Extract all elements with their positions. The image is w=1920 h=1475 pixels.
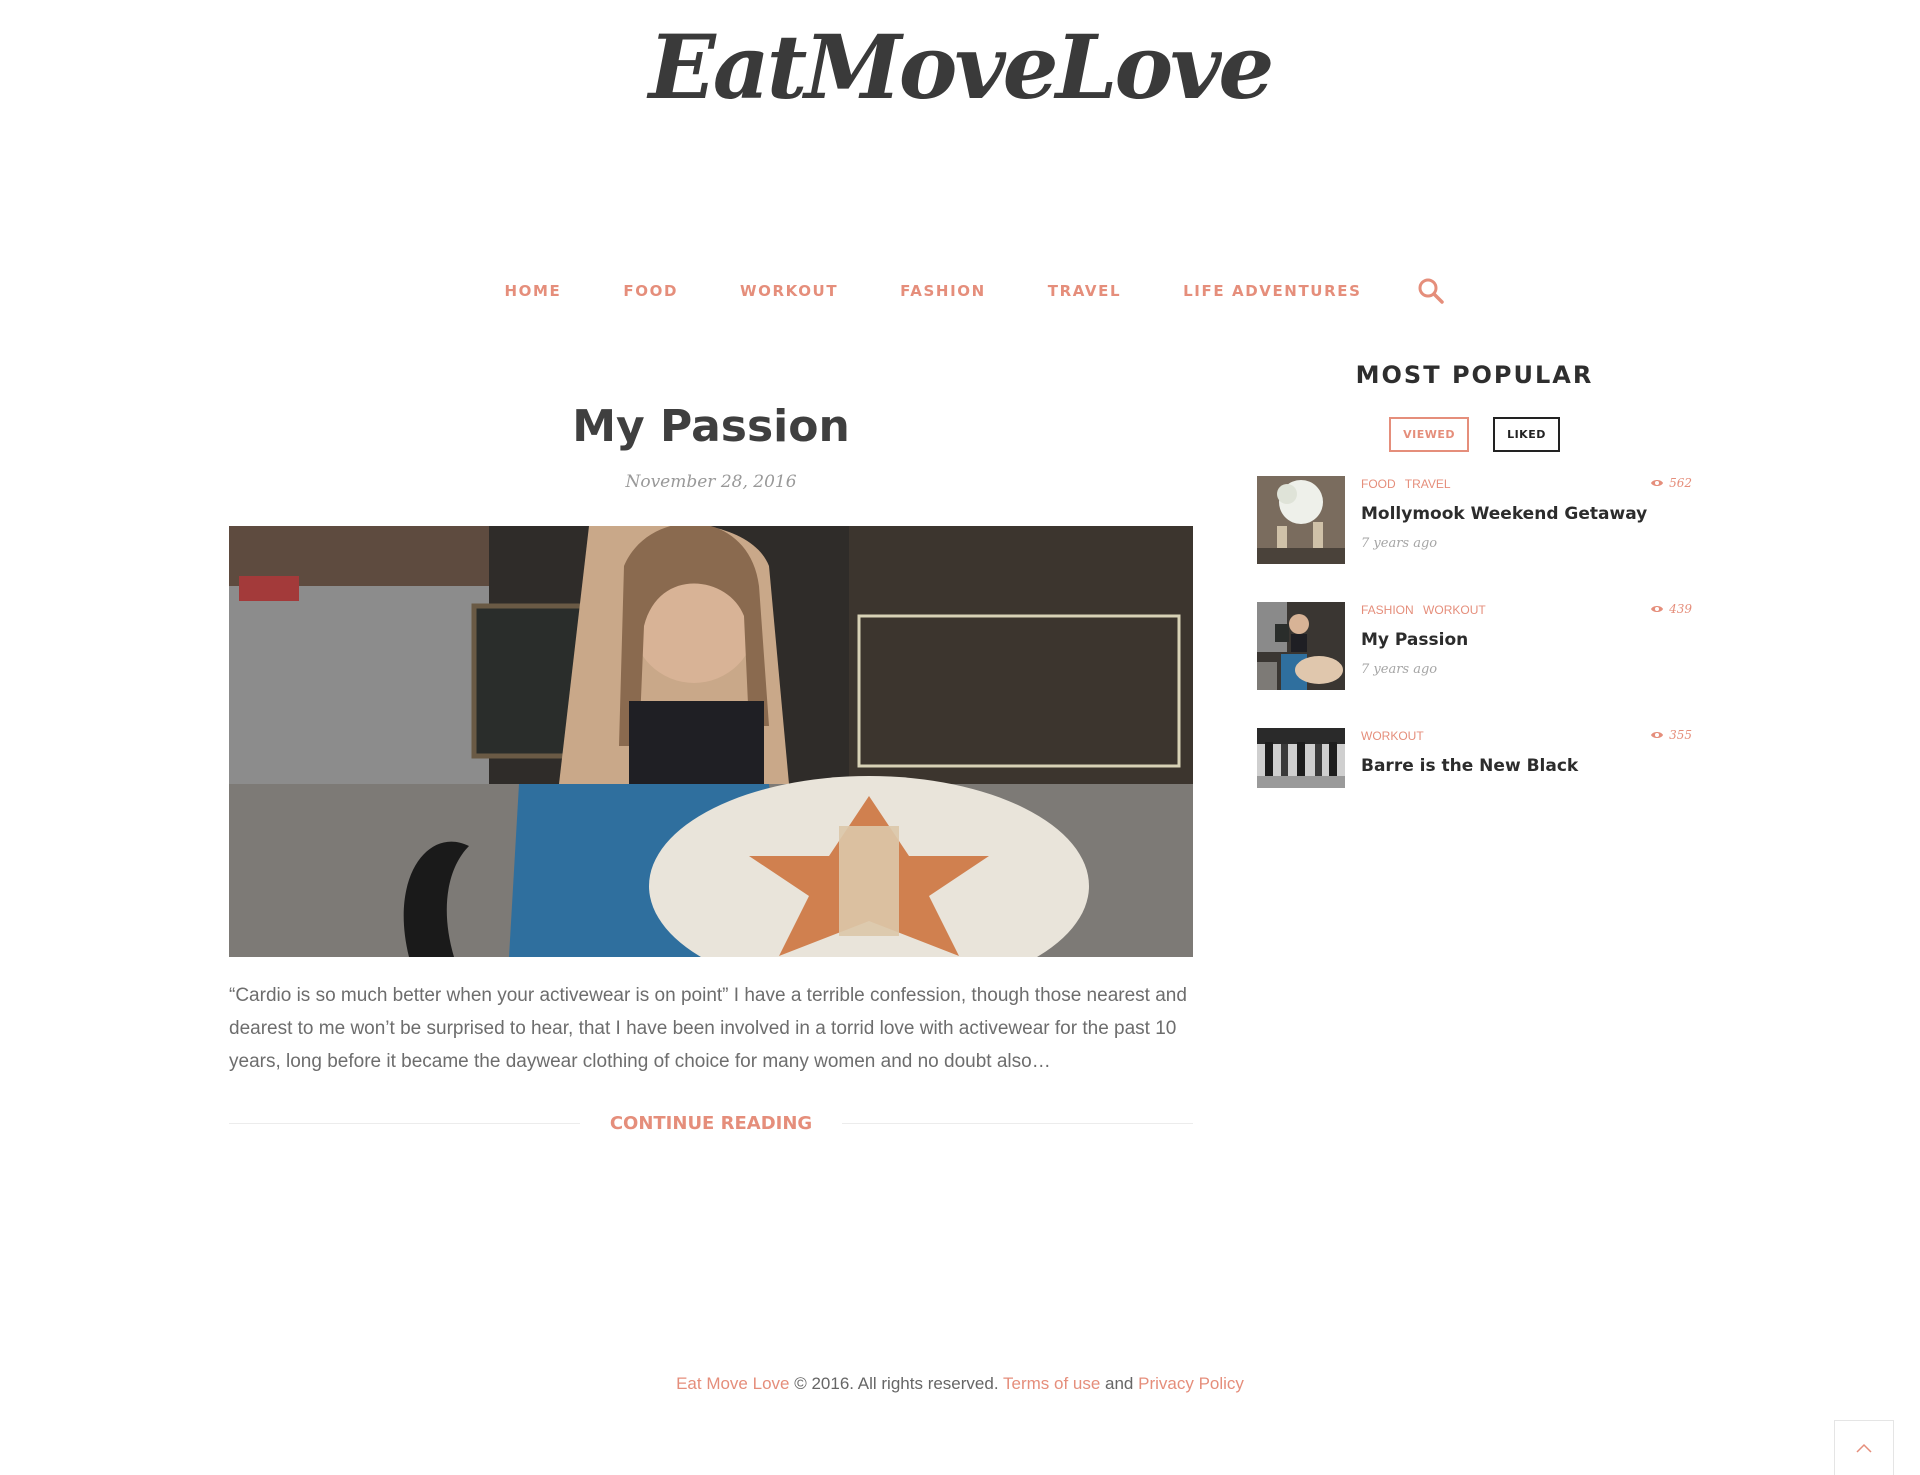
post-thumbnail[interactable] — [1257, 476, 1345, 564]
site-link[interactable]: Eat Move Love — [676, 1374, 789, 1393]
view-count-value: 355 — [1669, 728, 1692, 742]
post-categories: FOOD TRAVEL — [1361, 476, 1692, 492]
nav-item-life-adventures[interactable]: LIFE ADVENTURES — [1183, 282, 1361, 300]
tab-viewed[interactable]: VIEWED — [1389, 417, 1470, 452]
nav-item-workout[interactable]: WORKOUT — [740, 282, 838, 300]
tab-liked[interactable]: LIKED — [1493, 417, 1560, 452]
list-item: FASHION WORKOUT 439 My Passion 7 years a… — [1257, 602, 1692, 728]
post-age: 7 years ago — [1361, 536, 1438, 551]
privacy-link[interactable]: Privacy Policy — [1138, 1374, 1244, 1393]
widget-title: MOST POPULAR — [1355, 361, 1594, 389]
post-card: My Passion November 28, 2016 “Cardio is … — [229, 396, 1194, 1138]
nav-item-fashion[interactable]: FASHION — [900, 282, 986, 300]
eye-icon — [1651, 732, 1664, 738]
site-logo[interactable]: EatMoveLove — [0, 12, 1920, 122]
view-count: 355 — [1650, 728, 1692, 742]
view-count-value: 439 — [1669, 602, 1692, 616]
post-thumbnail[interactable] — [1257, 602, 1345, 690]
category-link[interactable]: FOOD — [1361, 477, 1396, 491]
terms-link[interactable]: Terms of use — [1003, 1374, 1100, 1393]
nav-item-home[interactable]: HOME — [505, 282, 562, 300]
post-categories: WORKOUT — [1361, 728, 1692, 744]
category-link[interactable]: FASHION — [1361, 603, 1414, 617]
post-link[interactable]: My Passion — [1361, 630, 1692, 650]
post-link[interactable]: Mollymook Weekend Getaway — [1361, 504, 1692, 524]
divider — [842, 1122, 1194, 1124]
post-thumbnail[interactable] — [1257, 728, 1345, 788]
post-title[interactable]: My Passion — [229, 396, 1193, 458]
view-count: 562 — [1650, 476, 1692, 490]
site-footer: Eat Move Love © 2016. All rights reserve… — [0, 1374, 1920, 1394]
chevron-up-icon — [1856, 1443, 1872, 1453]
category-link[interactable]: TRAVEL — [1405, 477, 1451, 491]
widget-tabs: VIEWED LIKED — [1257, 417, 1692, 452]
continue-reading-button[interactable]: CONTINUE READING — [580, 1113, 842, 1134]
copyright-text: © 2016. All rights reserved. — [789, 1374, 1003, 1393]
and-text: and — [1100, 1374, 1139, 1393]
main-nav: HOME FOOD WORKOUT FASHION TRAVEL LIFE AD… — [0, 276, 1920, 306]
list-item: WORKOUT 355 Barre is the New Black — [1257, 728, 1692, 854]
post-categories: FASHION WORKOUT — [1361, 602, 1692, 618]
most-popular-widget: MOST POPULAR VIEWED LIKED FOOD TRAVEL 56… — [1257, 355, 1692, 854]
divider — [229, 1122, 580, 1124]
search-icon[interactable] — [1416, 276, 1446, 306]
eye-icon — [1651, 606, 1664, 612]
post-age: 7 years ago — [1361, 662, 1438, 677]
post-date: November 28, 2016 — [625, 472, 797, 492]
list-item: FOOD TRAVEL 562 Mollymook Weekend Getawa… — [1257, 476, 1692, 602]
eye-icon — [1651, 480, 1664, 486]
category-link[interactable]: WORKOUT — [1361, 729, 1424, 743]
view-count-value: 562 — [1669, 476, 1692, 490]
nav-item-travel[interactable]: TRAVEL — [1048, 282, 1121, 300]
post-excerpt: “Cardio is so much better when your acti… — [229, 985, 1187, 1072]
logo-text: EatMoveLove — [648, 15, 1275, 119]
post-featured-image[interactable] — [229, 526, 1193, 957]
back-to-top-button[interactable] — [1834, 1420, 1894, 1475]
popular-list: FOOD TRAVEL 562 Mollymook Weekend Getawa… — [1257, 476, 1692, 854]
category-link[interactable]: WORKOUT — [1423, 603, 1486, 617]
continue-reading-row: CONTINUE READING — [229, 1108, 1194, 1138]
post-link[interactable]: Barre is the New Black — [1361, 756, 1692, 776]
nav-item-food[interactable]: FOOD — [623, 282, 678, 300]
view-count: 439 — [1650, 602, 1692, 616]
